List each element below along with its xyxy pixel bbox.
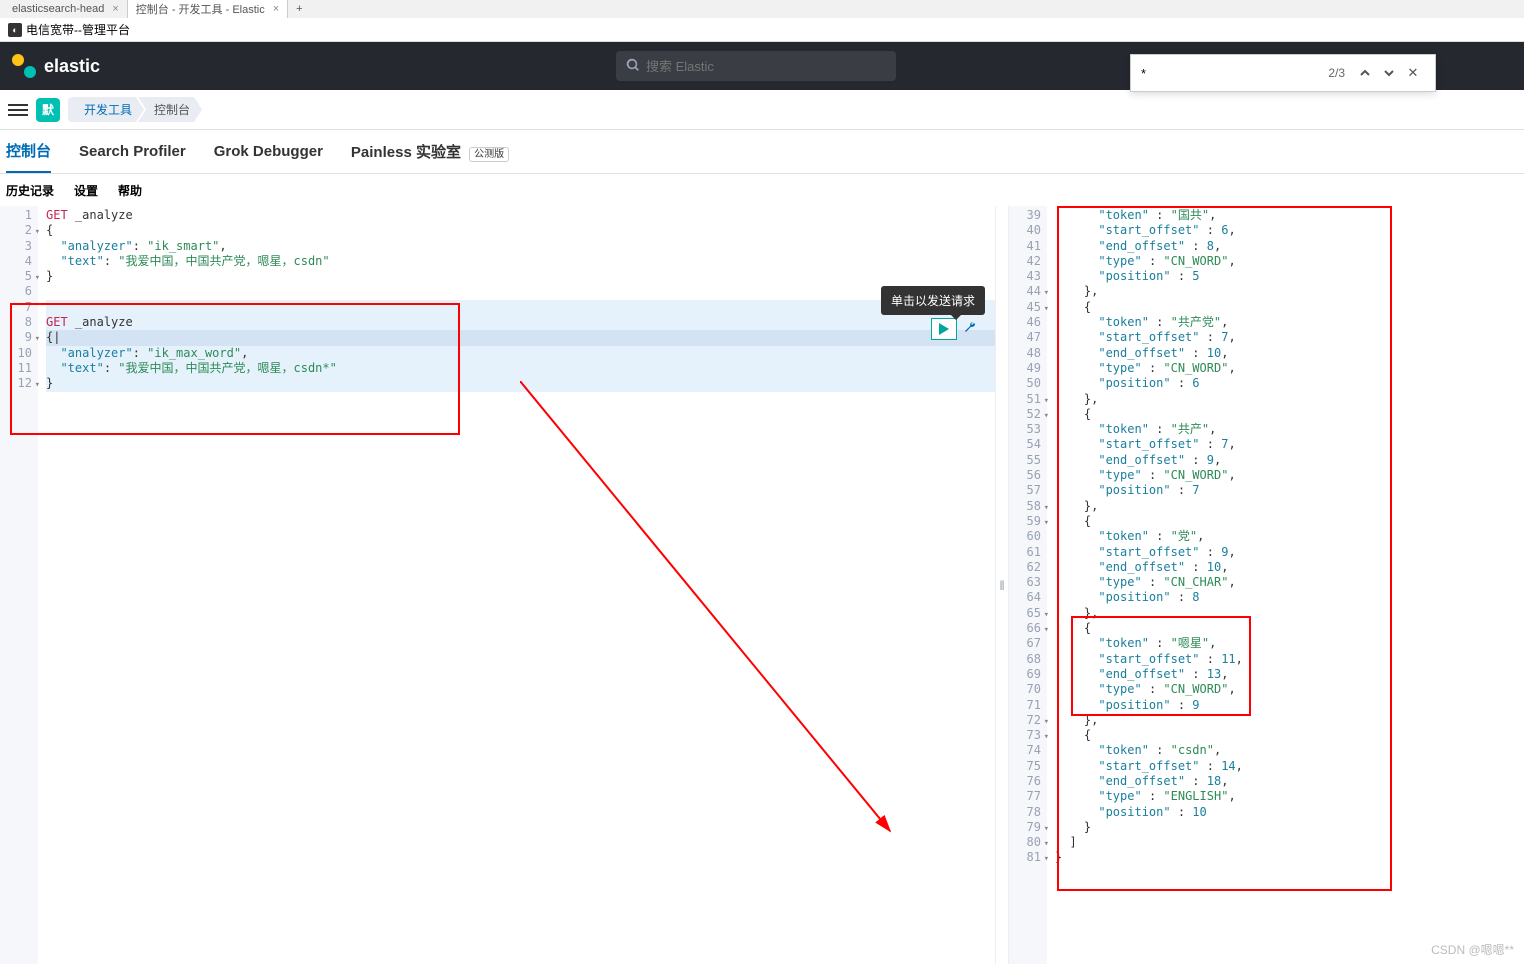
code-content: "token" : "国共", "start_offset" : 6, "end… <box>1047 206 1524 964</box>
editor-area: 12▾345▾6789▾101112▾ GET _analyze{ "analy… <box>0 206 1524 964</box>
find-close-button[interactable]: ✕ <box>1401 61 1425 85</box>
bookmark-favicon-icon: ◐ <box>8 23 22 37</box>
browser-tab-strip: elasticsearch-head × 控制台 - 开发工具 - Elasti… <box>0 0 1524 18</box>
browser-tab[interactable]: 控制台 - 开发工具 - Elastic × <box>128 0 288 18</box>
breadcrumb-devtools[interactable]: 开发工具 <box>68 97 144 122</box>
find-prev-button[interactable] <box>1353 61 1377 85</box>
line-gutter: 12▾345▾6789▾101112▾ <box>0 206 38 964</box>
pane-splitter[interactable]: ‖ <box>995 206 1009 964</box>
elastic-logo-icon <box>12 54 36 78</box>
find-input[interactable] <box>1141 66 1320 81</box>
tab-label: Painless 实验室 <box>351 144 461 161</box>
send-request-button[interactable] <box>931 318 957 340</box>
tab-painless-lab[interactable]: Painless 实验室 公测版 <box>351 131 509 172</box>
new-tab-button[interactable]: + <box>288 0 310 18</box>
history-link[interactable]: 历史记录 <box>6 182 54 199</box>
find-next-button[interactable] <box>1377 61 1401 85</box>
request-options-button[interactable] <box>959 318 981 340</box>
request-editor[interactable]: 12▾345▾6789▾101112▾ GET _analyze{ "analy… <box>0 206 995 964</box>
tab-title: 控制台 - 开发工具 - Elastic <box>136 1 265 17</box>
breadcrumb: 开发工具 控制台 <box>68 97 202 122</box>
brand-text: elastic <box>44 56 100 77</box>
close-icon[interactable]: × <box>112 3 118 15</box>
space-badge[interactable]: 默 <box>36 98 60 122</box>
tab-search-profiler[interactable]: Search Profiler <box>79 133 186 170</box>
watermark: CSDN @嗯嗯** <box>1431 941 1514 958</box>
tab-title: elasticsearch-head <box>12 3 104 15</box>
elastic-logo[interactable]: elastic <box>12 54 100 78</box>
hamburger-menu-icon[interactable] <box>8 101 28 119</box>
search-input[interactable] <box>646 59 886 74</box>
header-search[interactable] <box>616 51 896 81</box>
bookmark-label: 电信宽带--管理平台 <box>26 21 130 38</box>
browser-tab[interactable]: elasticsearch-head × <box>4 0 128 18</box>
console-toolbar: 历史记录 设置 帮助 <box>0 174 1524 206</box>
tab-console[interactable]: 控制台 <box>6 130 51 173</box>
tooltip: 单击以发送请求 <box>881 286 985 315</box>
help-link[interactable]: 帮助 <box>118 182 142 199</box>
search-icon <box>626 58 640 75</box>
tab-grok-debugger[interactable]: Grok Debugger <box>214 133 323 170</box>
bookmark-item[interactable]: ◐ 电信宽带--管理平台 <box>8 21 130 38</box>
sub-tabs: 控制台 Search Profiler Grok Debugger Painle… <box>0 130 1524 174</box>
find-in-page-bar: 2/3 ✕ <box>1130 54 1436 92</box>
line-gutter: 394041424344▾45▾464748495051▾52▾53545556… <box>1009 206 1047 964</box>
breadcrumb-console[interactable]: 控制台 <box>138 97 202 122</box>
settings-link[interactable]: 设置 <box>74 182 98 199</box>
nav-bar: 默 开发工具 控制台 <box>0 90 1524 130</box>
close-icon[interactable]: × <box>273 3 279 15</box>
response-viewer[interactable]: 394041424344▾45▾464748495051▾52▾53545556… <box>1009 206 1524 964</box>
bookmark-bar: ◐ 电信宽带--管理平台 <box>0 18 1524 42</box>
find-count: 2/3 <box>1328 66 1345 80</box>
code-content[interactable]: GET _analyze{ "analyzer": "ik_smart", "t… <box>38 206 995 964</box>
request-actions <box>931 318 981 340</box>
beta-badge: 公测版 <box>469 147 509 162</box>
